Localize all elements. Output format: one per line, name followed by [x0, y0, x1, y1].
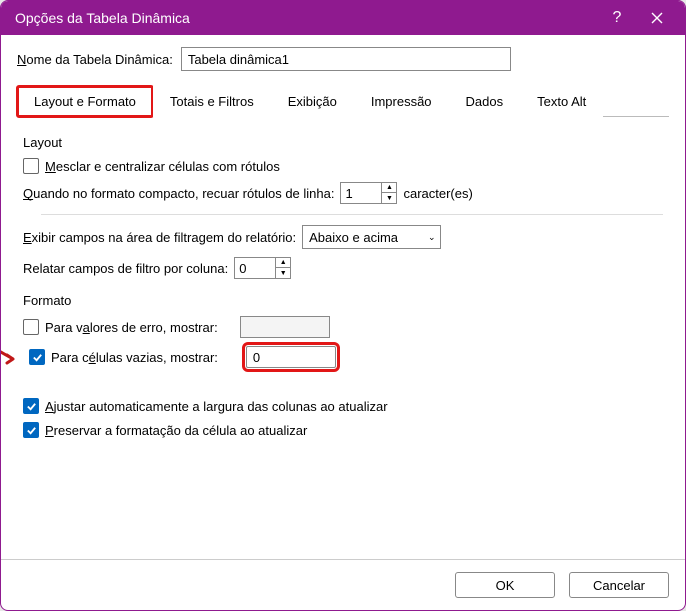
merge-label: Mesclar e centralizar células com rótulo… [45, 159, 280, 174]
indent-spinner[interactable]: ▲▼ [340, 182, 397, 204]
indent-unit: caracter(es) [403, 186, 472, 201]
check-icon [32, 352, 43, 363]
ok-button[interactable]: OK [455, 572, 555, 598]
preserve-format-checkbox[interactable] [23, 422, 39, 438]
autofit-label: Ajustar automaticamente a largura das co… [45, 399, 388, 414]
dialog-title: Opções da Tabela Dinâmica [15, 10, 597, 26]
layout-group-label: Layout [23, 135, 663, 150]
merge-checkbox[interactable] [23, 158, 39, 174]
report-label: Relatar campos de filtro por coluna: [23, 261, 228, 276]
indent-label: Quando no formato compacto, recuar rótul… [23, 186, 334, 201]
report-spinner[interactable]: ▲▼ [234, 257, 291, 279]
titlebar: Opções da Tabela Dinâmica ? [1, 1, 685, 35]
close-button[interactable] [637, 3, 677, 33]
help-button[interactable]: ? [597, 3, 637, 33]
showfields-value: Abaixo e acima [309, 230, 398, 245]
tab-data[interactable]: Dados [449, 86, 521, 117]
error-values-input[interactable] [240, 316, 330, 338]
empty-cells-input[interactable] [246, 346, 336, 368]
tab-print[interactable]: Impressão [354, 86, 449, 117]
format-group-label: Formato [23, 293, 663, 308]
showfields-label: Exibir campos na área de filtragem do re… [23, 230, 296, 245]
empty-cells-checkbox[interactable] [29, 349, 45, 365]
autofit-checkbox[interactable] [23, 398, 39, 414]
spin-up-icon[interactable]: ▲ [382, 183, 396, 193]
table-name-input[interactable] [181, 47, 511, 71]
report-input[interactable] [235, 258, 275, 278]
tab-layout-format[interactable]: Layout e Formato [17, 86, 153, 117]
close-icon [651, 12, 663, 24]
spin-down-icon[interactable]: ▼ [382, 193, 396, 203]
preserve-format-label: Preservar a formatação da célula ao atua… [45, 423, 307, 438]
error-values-checkbox[interactable] [23, 319, 39, 335]
check-icon [26, 401, 37, 412]
spin-up-icon[interactable]: ▲ [276, 258, 290, 268]
check-icon [26, 425, 37, 436]
showfields-combo[interactable]: Abaixo e acima ⌄ [302, 225, 440, 249]
tab-alt-text[interactable]: Texto Alt [520, 86, 603, 117]
name-label: Nome da Tabela Dinâmica: [17, 52, 173, 67]
cancel-button[interactable]: Cancelar [569, 572, 669, 598]
indent-input[interactable] [341, 183, 381, 203]
tab-totals-filters[interactable]: Totais e Filtros [153, 86, 271, 117]
tab-display[interactable]: Exibição [271, 86, 354, 117]
arrow-annotation-icon [0, 349, 17, 365]
empty-cells-label: Para células vazias, mostrar: [51, 350, 218, 365]
tab-bar: Layout e Formato Totais e Filtros Exibiç… [17, 85, 669, 117]
chevron-down-icon: ⌄ [428, 232, 436, 243]
error-values-label: Para valores de erro, mostrar: [45, 320, 218, 335]
spin-down-icon[interactable]: ▼ [276, 268, 290, 278]
